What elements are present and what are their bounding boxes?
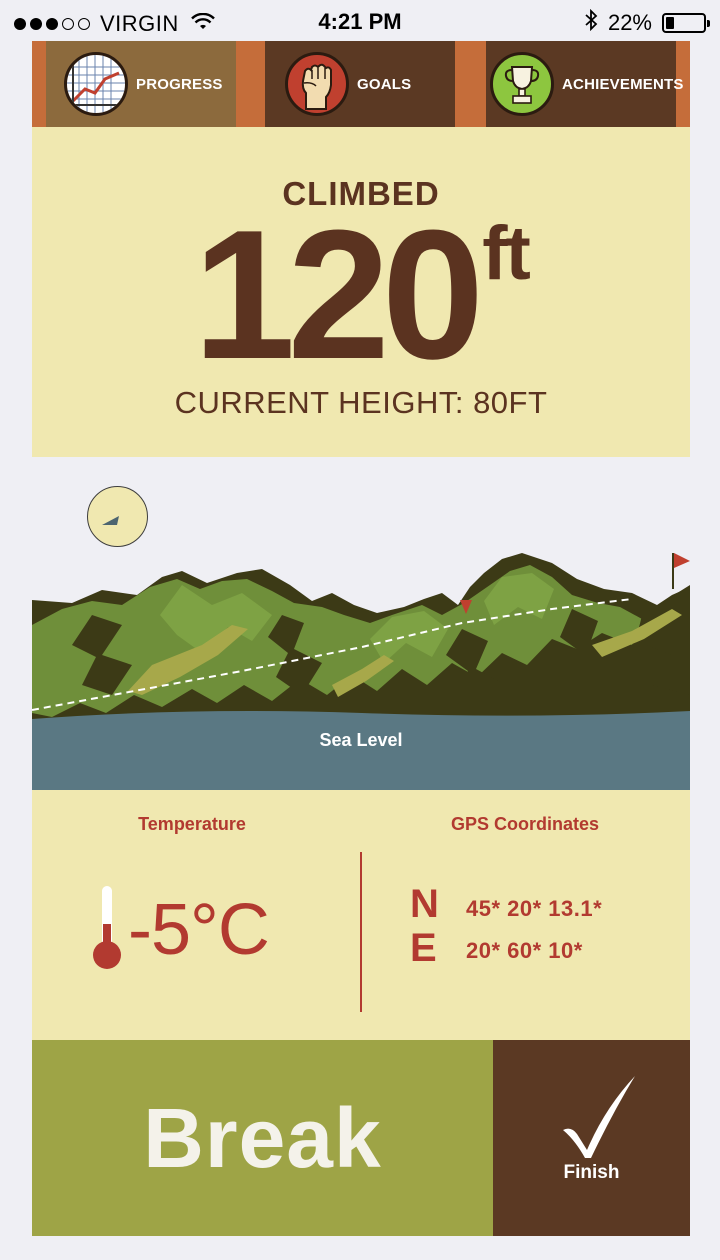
tab-bar: PROGRESS GOALS ACHIEVEMENTS: [32, 41, 690, 127]
chart-icon: [64, 52, 128, 116]
gps-north-label: N: [410, 882, 439, 926]
mountain-illustration: [32, 553, 690, 790]
bluetooth-icon: [584, 8, 598, 37]
finish-button[interactable]: Finish: [493, 1040, 690, 1236]
gps-title: GPS Coordinates: [450, 814, 600, 834]
fist-icon: [285, 52, 349, 116]
tab-label: PROGRESS: [136, 75, 223, 93]
temperature-title: Temperature: [138, 814, 246, 834]
trophy-icon: [490, 52, 554, 116]
climbed-value: 120: [193, 191, 484, 397]
gps-east-value: 20* 60* 10*: [466, 938, 583, 963]
checkmark-icon: [563, 1076, 635, 1158]
battery-percent: 22%: [607, 10, 652, 35]
finish-label: Finish: [563, 1162, 620, 1183]
gps-north-value: 45* 20* 13.1*: [466, 896, 603, 921]
tab-label: ACHIEVEMENTS: [562, 75, 684, 93]
break-button[interactable]: Break: [32, 1040, 493, 1236]
gps-east-label: E: [410, 926, 437, 970]
climb-summary: CLIMBED 120 ft CURRENT HEIGHT: 80FT: [32, 127, 690, 457]
flag-icon: [672, 553, 690, 589]
compass-icon[interactable]: [87, 486, 148, 547]
current-height: CURRENT HEIGHT: 80FT: [174, 385, 548, 420]
climbed-value-group: 120 ft: [32, 191, 690, 397]
thermometer-icon: [92, 884, 124, 975]
climbed-unit: ft: [482, 211, 531, 296]
battery-icon: [662, 13, 710, 33]
tab-goals[interactable]: GOALS: [265, 41, 455, 127]
tab-achievements[interactable]: ACHIEVEMENTS: [486, 41, 683, 127]
tab-progress[interactable]: PROGRESS: [46, 41, 236, 127]
tab-label: GOALS: [357, 75, 412, 93]
sea-level-label: Sea Level: [319, 730, 403, 750]
divider: [360, 852, 362, 1012]
info-panel: Temperature GPS Coordinates -5°C N 45* 2…: [32, 790, 690, 1040]
temperature-value: -5°C: [128, 890, 270, 970]
status-bar: VIRGIN 4:21 PM 22%: [0, 0, 720, 42]
